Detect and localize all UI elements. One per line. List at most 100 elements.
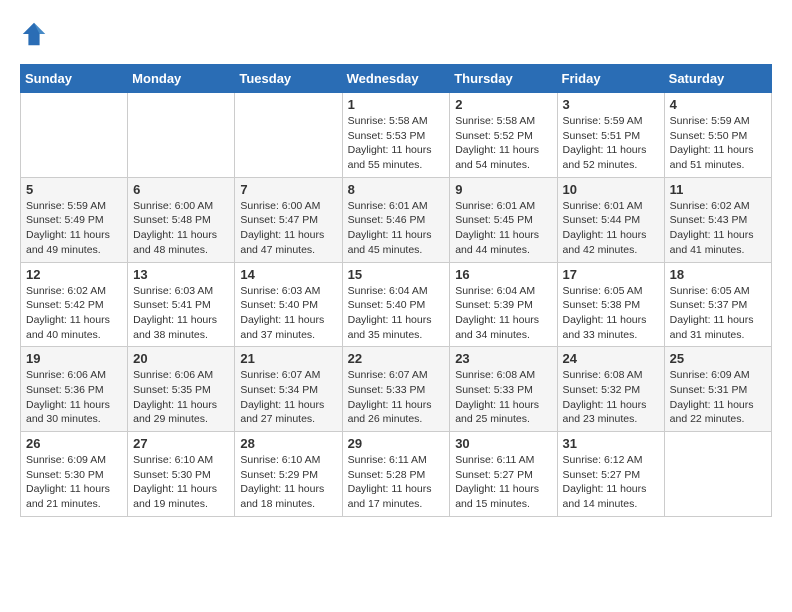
calendar-cell: 7 Sunrise: 6:00 AM Sunset: 5:47 PM Daylig…	[235, 177, 342, 262]
day-info: Sunrise: 6:07 AM Sunset: 5:34 PM Dayligh…	[240, 368, 336, 427]
day-info: Sunrise: 6:00 AM Sunset: 5:48 PM Dayligh…	[133, 199, 229, 258]
day-info: Sunrise: 6:09 AM Sunset: 5:31 PM Dayligh…	[670, 368, 766, 427]
day-number: 10	[563, 182, 659, 197]
calendar-cell: 23 Sunrise: 6:08 AM Sunset: 5:33 PM Dayli…	[450, 347, 557, 432]
day-number: 25	[670, 351, 766, 366]
day-info: Sunrise: 6:01 AM Sunset: 5:46 PM Dayligh…	[348, 199, 445, 258]
calendar-cell: 22 Sunrise: 6:07 AM Sunset: 5:33 PM Dayli…	[342, 347, 450, 432]
day-info: Sunrise: 6:02 AM Sunset: 5:43 PM Dayligh…	[670, 199, 766, 258]
calendar-cell: 15Sunrise: 6:04 AM Sunset: 5:40 PM Dayli…	[342, 262, 450, 347]
calendar-cell: 2 Sunrise: 5:58 AM Sunset: 5:52 PM Daylig…	[450, 93, 557, 178]
logo-icon	[20, 20, 48, 48]
day-number: 7	[240, 182, 336, 197]
day-info: Sunrise: 6:06 AM Sunset: 5:35 PM Dayligh…	[133, 368, 229, 427]
calendar-cell: 26 Sunrise: 6:09 AM Sunset: 5:30 PM Dayli…	[21, 432, 128, 517]
day-info: Sunrise: 6:03 AM Sunset: 5:41 PM Dayligh…	[133, 284, 229, 343]
calendar-cell: 13 Sunrise: 6:03 AM Sunset: 5:41 PM Dayli…	[128, 262, 235, 347]
day-info: Sunrise: 6:08 AM Sunset: 5:33 PM Dayligh…	[455, 368, 551, 427]
day-number: 20	[133, 351, 229, 366]
day-info: Sunrise: 6:10 AM Sunset: 5:29 PM Dayligh…	[240, 453, 336, 512]
day-info: Sunrise: 6:04 AM Sunset: 5:39 PM Dayligh…	[455, 284, 551, 343]
day-number: 4	[670, 97, 766, 112]
day-number: 2	[455, 97, 551, 112]
day-info: Sunrise: 6:11 AM Sunset: 5:28 PM Dayligh…	[348, 453, 445, 512]
day-number: 18	[670, 267, 766, 282]
calendar-cell: 20 Sunrise: 6:06 AM Sunset: 5:35 PM Dayli…	[128, 347, 235, 432]
calendar-table: SundayMondayTuesdayWednesdayThursdayFrid…	[20, 64, 772, 517]
page-header	[20, 20, 772, 48]
calendar-cell: 28 Sunrise: 6:10 AM Sunset: 5:29 PM Dayli…	[235, 432, 342, 517]
day-info: Sunrise: 6:03 AM Sunset: 5:40 PM Dayligh…	[240, 284, 336, 343]
day-info: Sunrise: 6:08 AM Sunset: 5:32 PM Dayligh…	[563, 368, 659, 427]
day-number: 19	[26, 351, 122, 366]
day-number: 15	[348, 267, 445, 282]
day-number: 6	[133, 182, 229, 197]
calendar-cell: 17Sunrise: 6:05 AM Sunset: 5:38 PM Dayli…	[557, 262, 664, 347]
day-info: Sunrise: 6:10 AM Sunset: 5:30 PM Dayligh…	[133, 453, 229, 512]
calendar-cell	[128, 93, 235, 178]
weekday-header-sunday: Sunday	[21, 65, 128, 93]
calendar-cell: 29 Sunrise: 6:11 AM Sunset: 5:28 PM Dayli…	[342, 432, 450, 517]
calendar-cell: 11 Sunrise: 6:02 AM Sunset: 5:43 PM Dayli…	[664, 177, 771, 262]
day-number: 16	[455, 267, 551, 282]
day-number: 24	[563, 351, 659, 366]
calendar-cell: 19 Sunrise: 6:06 AM Sunset: 5:36 PM Dayli…	[21, 347, 128, 432]
weekday-header-thursday: Thursday	[450, 65, 557, 93]
day-info: Sunrise: 5:58 AM Sunset: 5:52 PM Dayligh…	[455, 114, 551, 173]
day-info: Sunrise: 6:06 AM Sunset: 5:36 PM Dayligh…	[26, 368, 122, 427]
day-number: 22	[348, 351, 445, 366]
calendar-cell: 6 Sunrise: 6:00 AM Sunset: 5:48 PM Daylig…	[128, 177, 235, 262]
calendar-cell	[235, 93, 342, 178]
calendar-cell: 12Sunrise: 6:02 AM Sunset: 5:42 PM Dayli…	[21, 262, 128, 347]
calendar-cell	[21, 93, 128, 178]
day-number: 27	[133, 436, 229, 451]
day-info: Sunrise: 5:59 AM Sunset: 5:50 PM Dayligh…	[670, 114, 766, 173]
day-info: Sunrise: 5:58 AM Sunset: 5:53 PM Dayligh…	[348, 114, 445, 173]
day-info: Sunrise: 6:01 AM Sunset: 5:45 PM Dayligh…	[455, 199, 551, 258]
day-number: 5	[26, 182, 122, 197]
weekday-header-saturday: Saturday	[664, 65, 771, 93]
day-info: Sunrise: 5:59 AM Sunset: 5:51 PM Dayligh…	[563, 114, 659, 173]
calendar-cell: 9 Sunrise: 6:01 AM Sunset: 5:45 PM Daylig…	[450, 177, 557, 262]
weekday-header-wednesday: Wednesday	[342, 65, 450, 93]
day-number: 3	[563, 97, 659, 112]
logo	[20, 20, 50, 48]
day-number: 26	[26, 436, 122, 451]
calendar-cell: 4 Sunrise: 5:59 AM Sunset: 5:50 PM Daylig…	[664, 93, 771, 178]
day-number: 21	[240, 351, 336, 366]
calendar-cell: 18 Sunrise: 6:05 AM Sunset: 5:37 PM Dayli…	[664, 262, 771, 347]
calendar-cell: 31 Sunrise: 6:12 AM Sunset: 5:27 PM Dayli…	[557, 432, 664, 517]
day-number: 11	[670, 182, 766, 197]
day-number: 28	[240, 436, 336, 451]
calendar-cell: 16 Sunrise: 6:04 AM Sunset: 5:39 PM Dayli…	[450, 262, 557, 347]
day-info: Sunrise: 6:02 AM Sunset: 5:42 PM Dayligh…	[26, 284, 122, 343]
day-number: 17	[563, 267, 659, 282]
day-info: Sunrise: 6:09 AM Sunset: 5:30 PM Dayligh…	[26, 453, 122, 512]
calendar-cell: 8Sunrise: 6:01 AM Sunset: 5:46 PM Daylig…	[342, 177, 450, 262]
calendar-cell	[664, 432, 771, 517]
weekday-header-friday: Friday	[557, 65, 664, 93]
day-info: Sunrise: 5:59 AM Sunset: 5:49 PM Dayligh…	[26, 199, 122, 258]
day-number: 9	[455, 182, 551, 197]
day-number: 31	[563, 436, 659, 451]
day-number: 13	[133, 267, 229, 282]
weekday-header-monday: Monday	[128, 65, 235, 93]
day-info: Sunrise: 6:07 AM Sunset: 5:33 PM Dayligh…	[348, 368, 445, 427]
calendar-cell: 3 Sunrise: 5:59 AM Sunset: 5:51 PM Daylig…	[557, 93, 664, 178]
calendar-cell: 30Sunrise: 6:11 AM Sunset: 5:27 PM Dayli…	[450, 432, 557, 517]
day-number: 14	[240, 267, 336, 282]
calendar-cell: 21 Sunrise: 6:07 AM Sunset: 5:34 PM Dayli…	[235, 347, 342, 432]
day-info: Sunrise: 6:11 AM Sunset: 5:27 PM Dayligh…	[455, 453, 551, 512]
day-info: Sunrise: 6:00 AM Sunset: 5:47 PM Dayligh…	[240, 199, 336, 258]
calendar-cell: 14 Sunrise: 6:03 AM Sunset: 5:40 PM Dayli…	[235, 262, 342, 347]
day-number: 1	[348, 97, 445, 112]
calendar-cell: 25 Sunrise: 6:09 AM Sunset: 5:31 PM Dayli…	[664, 347, 771, 432]
calendar-cell: 27 Sunrise: 6:10 AM Sunset: 5:30 PM Dayli…	[128, 432, 235, 517]
day-number: 23	[455, 351, 551, 366]
calendar-cell: 10Sunrise: 6:01 AM Sunset: 5:44 PM Dayli…	[557, 177, 664, 262]
calendar-cell: 5 Sunrise: 5:59 AM Sunset: 5:49 PM Daylig…	[21, 177, 128, 262]
day-info: Sunrise: 6:05 AM Sunset: 5:37 PM Dayligh…	[670, 284, 766, 343]
weekday-header-tuesday: Tuesday	[235, 65, 342, 93]
day-info: Sunrise: 6:12 AM Sunset: 5:27 PM Dayligh…	[563, 453, 659, 512]
day-number: 29	[348, 436, 445, 451]
